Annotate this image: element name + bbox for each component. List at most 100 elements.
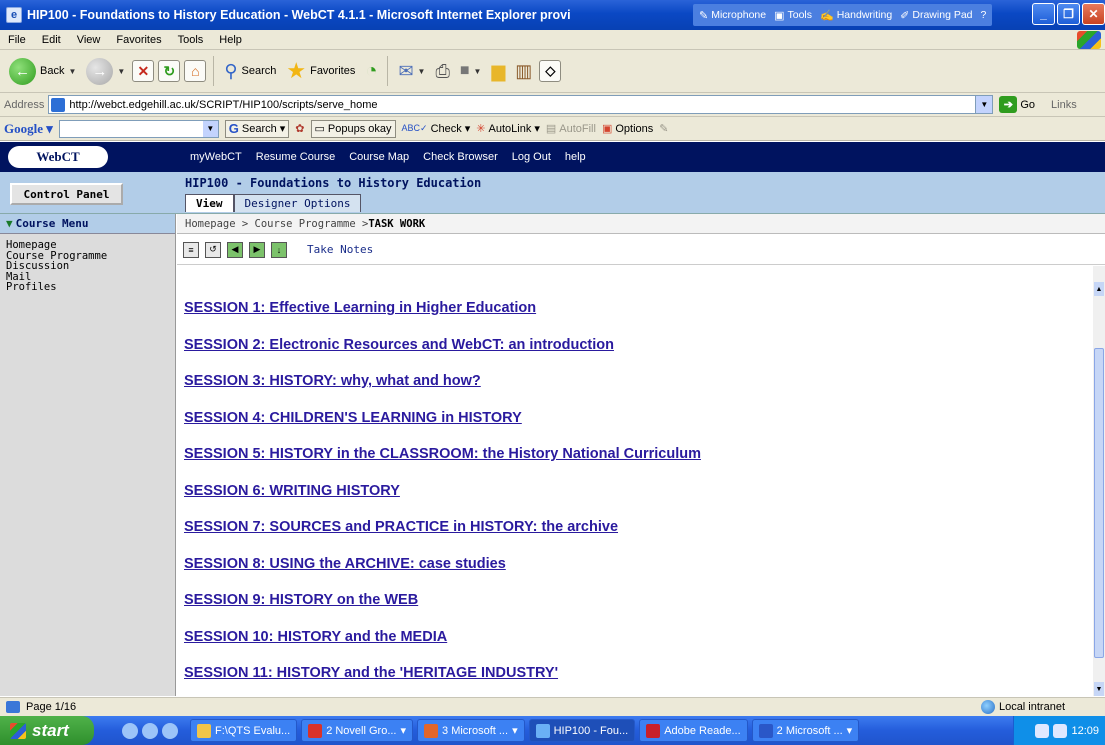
session-link[interactable]: SESSION 10: HISTORY and the MEDIA [184, 629, 701, 666]
taskbar-button[interactable]: F:\QTS Evalu... [190, 719, 298, 742]
system-tray: 12:09 [1013, 716, 1105, 745]
sidebar-item-homepage[interactable]: Homepage [6, 240, 175, 251]
folder-button[interactable]: ▆ [488, 59, 508, 84]
menu-help[interactable]: Help [211, 34, 250, 46]
menu-tools[interactable]: Tools [170, 34, 212, 46]
research-icon: ▥ [515, 60, 533, 81]
sidebar-item-discussion[interactable]: Discussion [6, 261, 175, 272]
rotate-icon[interactable]: ↺ [205, 241, 221, 258]
back-button[interactable]: ← Back ▼ [6, 56, 79, 87]
google-search-button[interactable]: G Search ▾ [224, 119, 290, 138]
sidebar-item-profiles[interactable]: Profiles [6, 282, 175, 293]
mail-button[interactable]: ✉ ▼ [395, 59, 428, 84]
google-search-input[interactable]: ▼ [58, 119, 219, 138]
take-notes-link[interactable]: Take Notes [307, 243, 373, 256]
search-button[interactable]: ⚲ Search [221, 59, 279, 84]
spellcheck-button[interactable]: ABC✓ Check ▾ [402, 122, 471, 136]
forward-button[interactable]: → ▼ [83, 56, 128, 87]
langbar-drawing-pad[interactable]: ✐ Drawing Pad [900, 9, 972, 22]
menu-view[interactable]: View [69, 34, 109, 46]
nav-help[interactable]: help [565, 151, 586, 163]
menu-edit[interactable]: Edit [34, 34, 69, 46]
contents-icon[interactable]: ≡ [183, 241, 199, 258]
autolink-button[interactable]: ✳ AutoLink ▾ [476, 122, 540, 136]
session-link[interactable]: SESSION 11: HISTORY and the 'HERITAGE IN… [184, 665, 701, 696]
tray-icon[interactable] [1053, 723, 1068, 738]
control-panel-button[interactable]: Control Panel [10, 183, 123, 205]
nav-resume-course[interactable]: Resume Course [256, 151, 335, 163]
chevron-down-icon[interactable]: ▼ [975, 96, 993, 113]
scroll-down-icon[interactable]: ▼ [1094, 682, 1104, 696]
highlighter-icon: ✎ [659, 123, 669, 135]
edit-button[interactable]: ■ ▼ [457, 60, 485, 82]
browser-icon[interactable] [142, 722, 158, 739]
print-button[interactable]: ⎙ [432, 59, 452, 84]
nav-check-browser[interactable]: Check Browser [423, 151, 498, 163]
session-link[interactable]: SESSION 1: Effective Learning in Higher … [184, 300, 701, 337]
address-input[interactable]: http://webct.edgehill.ac.uk/SCRIPT/HIP10… [48, 95, 994, 114]
session-link[interactable]: SESSION 9: HISTORY on the WEB [184, 592, 701, 629]
langbar-tools[interactable]: ▣ Tools [774, 9, 812, 22]
webct-logo[interactable]: WebCT [8, 146, 108, 168]
autofill-icon: ▤ [545, 123, 557, 135]
tray-icon[interactable] [1035, 723, 1050, 738]
course-menu-list: Homepage Course Programme Discussion Mai… [0, 234, 175, 293]
session-link[interactable]: SESSION 6: WRITING HISTORY [184, 483, 701, 520]
vertical-scrollbar[interactable]: ▲ ▼ [1093, 266, 1105, 696]
session-link[interactable]: SESSION 2: Electronic Resources and WebC… [184, 337, 701, 374]
options-button[interactable]: ▣ Options [602, 122, 653, 136]
google-pagerank-button[interactable]: ✿ [295, 122, 304, 135]
history-button[interactable]: ◔ [362, 58, 380, 85]
research-button[interactable]: ▥ [512, 59, 535, 84]
nav-course-map[interactable]: Course Map [349, 151, 409, 163]
langbar-handwriting[interactable]: ✍ Handwriting [820, 9, 892, 22]
messenger-button[interactable]: ◇ [539, 60, 562, 82]
next-page-icon[interactable]: ▶ [249, 241, 265, 258]
stop-button[interactable]: ✕ [132, 60, 155, 82]
nav-mywebct[interactable]: myWebCT [190, 151, 242, 163]
google-logo[interactable]: Google ▾ [4, 121, 53, 137]
langbar-microphone[interactable]: ✎ Microphone [699, 9, 766, 22]
session-link[interactable]: SESSION 4: CHILDREN'S LEARNING in HISTOR… [184, 410, 701, 447]
go-button[interactable]: ➔ Go [999, 96, 1035, 113]
session-link[interactable]: SESSION 3: HISTORY: why, what and how? [184, 373, 701, 410]
taskbar-button[interactable]: Adobe Reade... [639, 719, 748, 742]
toolbar-separator [387, 56, 389, 86]
course-menu-heading[interactable]: ▼ Course Menu [0, 214, 175, 234]
taskbar-button[interactable]: 3 Microsoft ... ▾ [417, 719, 525, 742]
previous-page-icon[interactable]: ◀ [227, 241, 243, 258]
session-link[interactable]: SESSION 7: SOURCES and PRACTICE in HISTO… [184, 519, 701, 556]
office-icon [424, 723, 439, 738]
ie-icon[interactable] [122, 722, 138, 739]
home-button[interactable]: ⌂ [184, 60, 207, 82]
popups-button[interactable]: ▭ Popups okay [310, 119, 396, 138]
close-button[interactable]: ✕ [1082, 3, 1105, 25]
tab-view[interactable]: View [185, 194, 234, 212]
chevron-down-icon[interactable]: ▼ [202, 120, 218, 137]
refresh-button[interactable]: ↻ [158, 60, 181, 82]
breadcrumb-path[interactable]: Homepage > Course Programme > [185, 218, 368, 230]
restore-button[interactable]: ❐ [1057, 3, 1080, 25]
taskbar-button[interactable]: 2 Microsoft ... ▾ [751, 719, 860, 742]
help-icon[interactable]: ? [981, 9, 987, 21]
media-icon[interactable] [162, 722, 178, 739]
links-button[interactable]: Links [1051, 99, 1077, 111]
taskbar-button[interactable]: 2 Novell Gro... ▾ [301, 719, 414, 742]
scroll-thumb[interactable] [1094, 348, 1104, 658]
menu-file[interactable]: File [0, 34, 34, 46]
autofill-button[interactable]: ▤ AutoFill [545, 122, 596, 136]
scroll-up-icon[interactable]: ▲ [1094, 282, 1104, 296]
start-button[interactable]: start [0, 716, 94, 745]
session-link[interactable]: SESSION 5: HISTORY in the CLASSROOM: the… [184, 446, 701, 483]
highlight-button[interactable]: ✎ [659, 122, 668, 135]
nav-log-out[interactable]: Log Out [512, 151, 551, 163]
session-link[interactable]: SESSION 8: USING the ARCHIVE: case studi… [184, 556, 701, 593]
taskbar-button-active[interactable]: HIP100 - Fou... [528, 719, 636, 742]
download-icon[interactable]: ↓ [271, 241, 287, 258]
favorites-button[interactable]: ★ Favorites [283, 56, 358, 86]
minimize-button[interactable]: _ [1032, 3, 1055, 25]
adobe-reader-icon [646, 723, 661, 738]
print-icon: ⎙ [435, 60, 450, 81]
menu-favorites[interactable]: Favorites [108, 34, 169, 46]
tab-designer-options[interactable]: Designer Options [233, 194, 362, 212]
